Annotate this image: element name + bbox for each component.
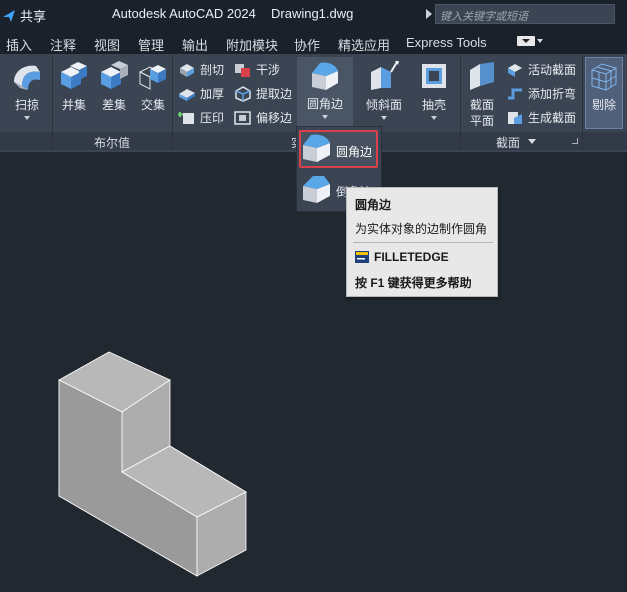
generate-section-button[interactable]: 生成截面 <box>506 109 576 126</box>
tab-express-tools[interactable]: Express Tools <box>406 35 487 50</box>
divider <box>582 56 583 150</box>
title-bar: 共享 Autodesk AutoCAD 2024 Drawing1.dwg 键入… <box>0 0 627 30</box>
taper-faces-label: 倾斜面 <box>365 98 402 112</box>
offset-edge-button[interactable]: 偏移边 <box>234 109 292 126</box>
section-plane-button[interactable]: 截面 平面 <box>464 58 500 130</box>
intersect-label: 交集 <box>140 98 165 112</box>
chevron-down-icon[interactable] <box>537 39 543 43</box>
imprint-button[interactable]: 压印 <box>178 109 224 126</box>
share-icon <box>3 9 15 22</box>
tab-addins[interactable]: 附加模块 <box>226 35 278 54</box>
divider <box>460 56 461 150</box>
l-shaped-solid <box>58 351 247 577</box>
share-label: 共享 <box>20 9 47 24</box>
boolean-panel-title[interactable]: 布尔值 <box>94 134 130 151</box>
slice-icon <box>180 63 194 77</box>
workspace-toggle-icon[interactable] <box>517 36 535 46</box>
section-plane-label-2: 平面 <box>469 114 494 128</box>
tab-annotate[interactable]: 注释 <box>50 35 76 54</box>
union-label: 并集 <box>61 98 86 112</box>
tab-output[interactable]: 输出 <box>182 35 208 54</box>
shell-button[interactable]: 抽壳 <box>414 58 454 130</box>
dropdown-item-fillet-label: 圆角边 <box>336 145 373 159</box>
taper-faces-button[interactable]: 倾斜面 <box>360 58 408 130</box>
sweep-label: 扫掠 <box>14 98 39 112</box>
tooltip-command-name: FILLETEDGE <box>374 250 449 264</box>
interfere-label: 干涉 <box>256 63 281 77</box>
intersect-icon <box>138 65 166 90</box>
extract-edges-icon <box>235 85 251 102</box>
section-plane-label-1: 截面 <box>469 98 494 112</box>
tooltip-help: 按 F1 键获得更多帮助 <box>355 276 472 290</box>
live-section-icon <box>508 63 522 77</box>
search-input[interactable]: 键入关键字或短语 <box>435 4 615 24</box>
chevron-down-icon[interactable] <box>322 115 328 119</box>
live-section-button[interactable]: 活动截面 <box>506 61 576 78</box>
tooltip-command: FILLETEDGE <box>355 250 449 264</box>
live-section-label: 活动截面 <box>528 63 577 77</box>
tooltip-description: 为实体对象的边制作圆角 <box>355 222 488 236</box>
subtract-label: 差集 <box>101 98 126 112</box>
chevron-down-icon[interactable] <box>24 116 30 120</box>
tooltip: 圆角边 为实体对象的边制作圆角 FILLETEDGE 按 F1 键获得更多帮助 <box>346 187 498 297</box>
section-panel-title[interactable]: 截面 <box>496 134 520 151</box>
sweep-icon <box>14 65 40 90</box>
extract-edges-label: 提取边 <box>256 87 293 101</box>
subtract-button[interactable]: 差集 <box>96 58 132 118</box>
drawing-area[interactable] <box>0 152 627 592</box>
fillet-edge-button[interactable]: 圆角边 <box>297 57 353 127</box>
app-title: Autodesk AutoCAD 2024 <box>112 6 256 21</box>
offset-edge-icon <box>234 110 251 125</box>
search-expand-icon[interactable] <box>426 9 432 19</box>
union-icon <box>61 62 87 89</box>
culling-label: 剔除 <box>591 98 616 112</box>
add-jog-button[interactable]: 添加折弯 <box>506 85 576 102</box>
union-button[interactable]: 并集 <box>56 58 92 118</box>
extract-edges-button[interactable]: 提取边 <box>234 85 292 102</box>
tab-manage[interactable]: 管理 <box>138 35 164 54</box>
intersect-button[interactable]: 交集 <box>135 58 171 118</box>
section-plane-icon <box>470 62 494 90</box>
chevron-down-icon[interactable] <box>381 116 387 120</box>
shell-label: 抽壳 <box>421 98 446 112</box>
taper-faces-icon <box>371 61 399 90</box>
tooltip-title: 圆角边 <box>355 198 392 212</box>
interfere-button[interactable]: 干涉 <box>234 61 280 78</box>
divider <box>172 56 173 150</box>
fillet-edge-icon <box>312 62 338 90</box>
imprint-label: 压印 <box>200 111 225 125</box>
chamfer-edge-icon[interactable] <box>300 172 334 206</box>
sweep-button[interactable]: 扫掠 <box>6 58 48 130</box>
panel-launcher-icon[interactable] <box>572 138 578 144</box>
shell-icon <box>422 64 446 88</box>
tab-featured-apps[interactable]: 精选应用 <box>338 35 390 54</box>
slice-label: 剖切 <box>200 63 225 77</box>
divider <box>52 56 53 150</box>
imprint-icon <box>178 111 194 124</box>
thicken-button[interactable]: 加厚 <box>178 85 224 102</box>
document-title: Drawing1.dwg <box>271 6 354 21</box>
interfere-icon <box>235 63 250 77</box>
thicken-icon <box>179 88 195 101</box>
add-jog-icon <box>508 88 522 99</box>
fillet-edge-icon <box>303 134 330 162</box>
generate-section-label: 生成截面 <box>528 111 577 125</box>
offset-edge-label: 偏移边 <box>256 111 293 125</box>
culling-icon <box>590 63 618 91</box>
share-button[interactable]: 共享 <box>2 6 46 25</box>
command-line-icon <box>355 251 369 263</box>
culling-button[interactable]: 剔除 <box>585 57 623 129</box>
generate-section-icon <box>508 111 522 124</box>
tab-insert[interactable]: 插入 <box>6 35 32 54</box>
tab-collaborate[interactable]: 协作 <box>294 35 320 54</box>
add-jog-label: 添加折弯 <box>528 87 577 101</box>
slice-button[interactable]: 剖切 <box>178 61 224 78</box>
thicken-label: 加厚 <box>200 87 225 101</box>
tab-view[interactable]: 视图 <box>94 35 120 54</box>
fillet-edge-label: 圆角边 <box>306 97 343 111</box>
subtract-icon <box>101 61 128 89</box>
chevron-down-icon[interactable] <box>528 139 536 144</box>
tooltip-divider <box>353 242 493 243</box>
chevron-down-icon[interactable] <box>431 116 437 120</box>
